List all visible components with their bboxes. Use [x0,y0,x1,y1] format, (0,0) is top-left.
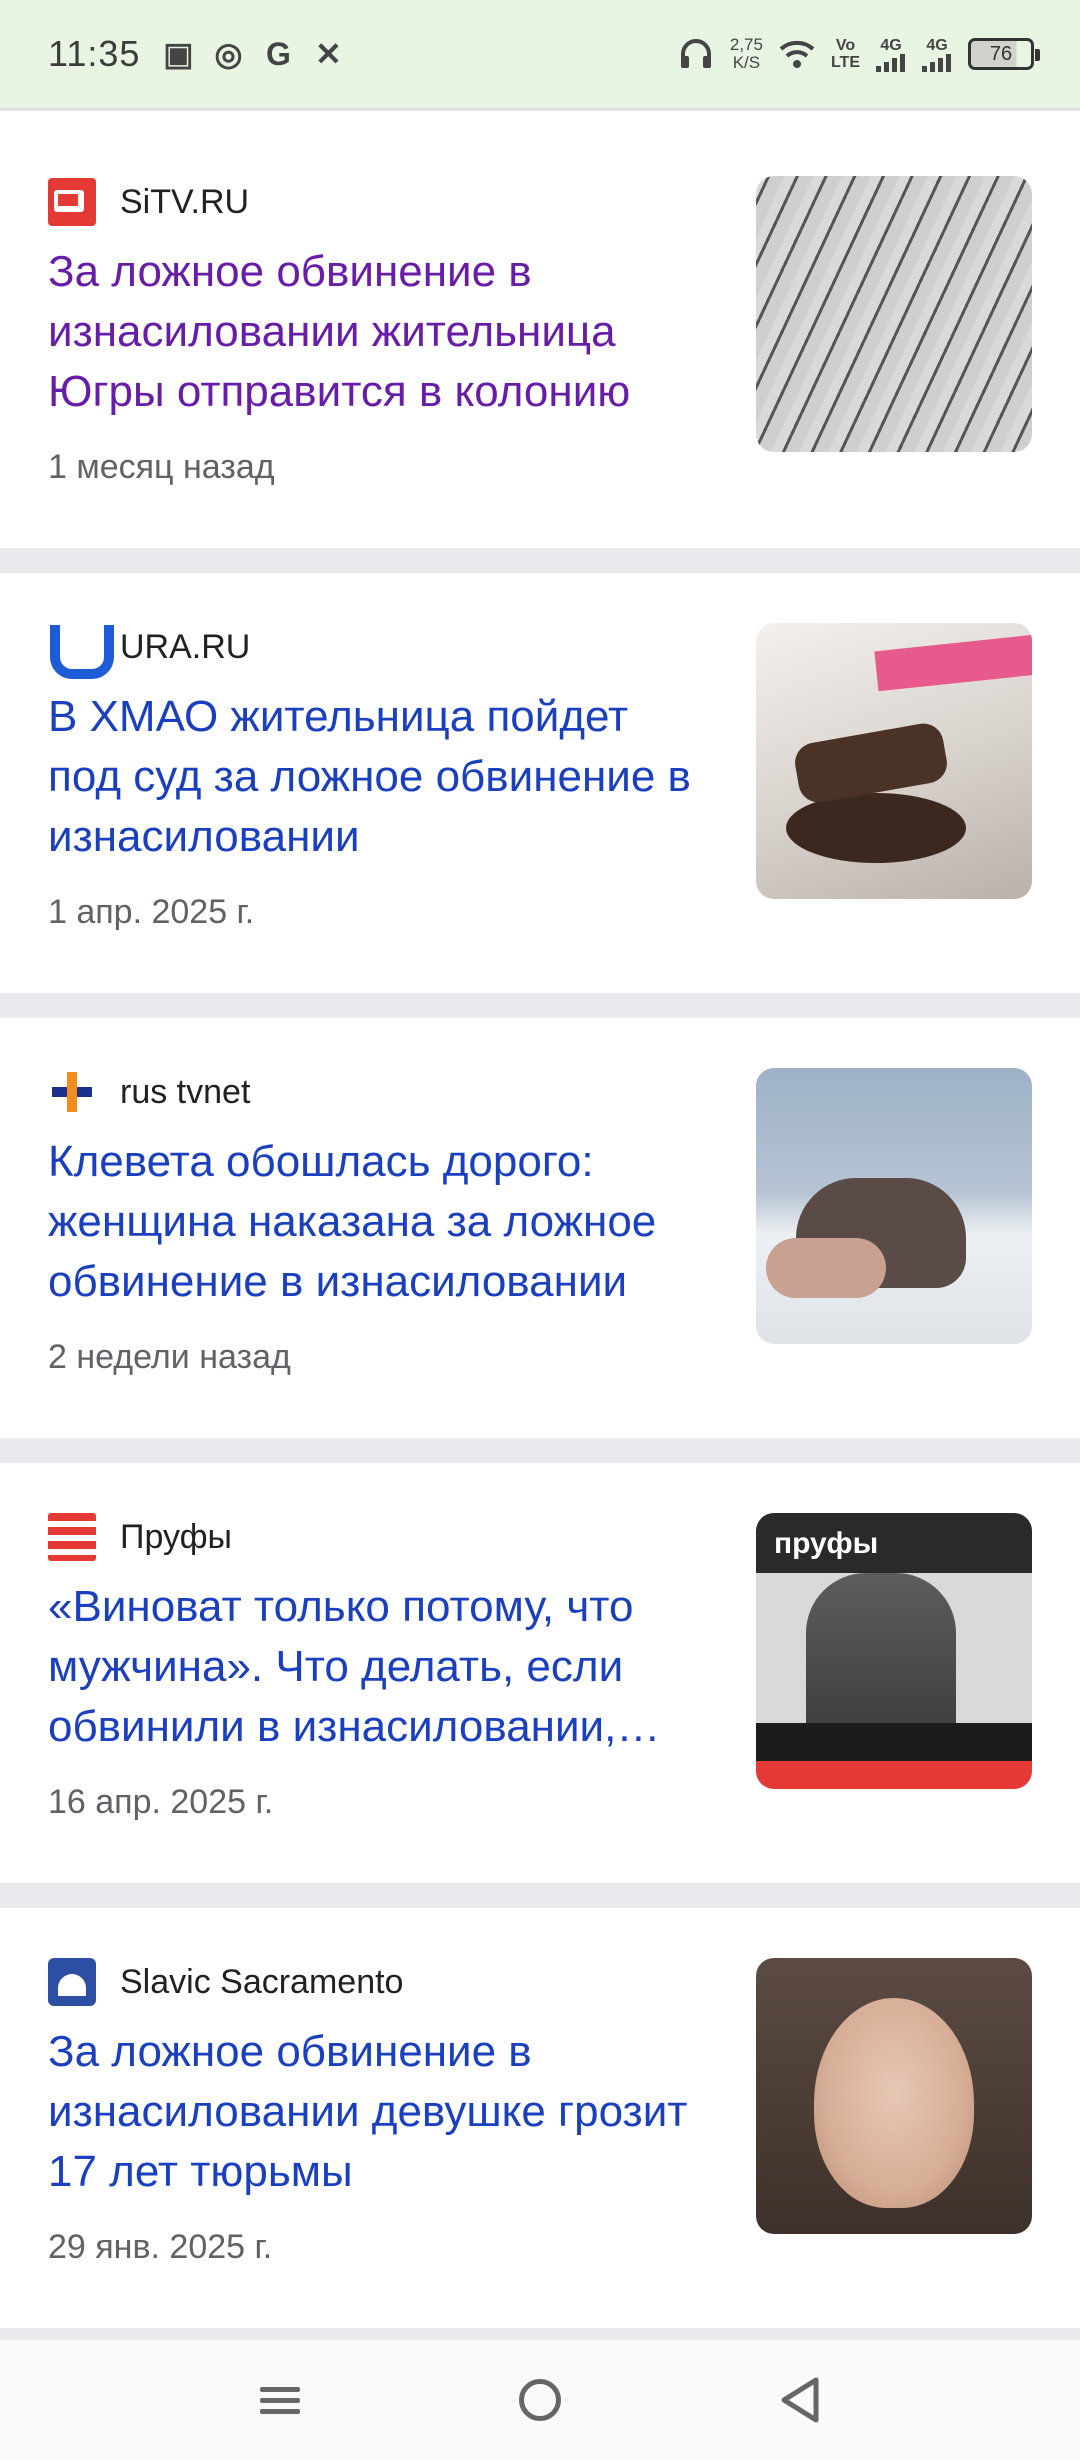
home-button[interactable] [505,2365,575,2435]
back-triangle-icon [781,2377,819,2423]
recent-apps-button[interactable] [245,2365,315,2435]
menu-icon [260,2381,300,2420]
headline-link[interactable]: В ХМАО жительница пойдет под суд за ложн… [48,687,708,867]
source-name: rus tvnet [120,1072,251,1111]
gavel-thumbnail[interactable] [756,623,1032,899]
news-card[interactable]: Пруфы «Виноват только потому, что мужчин… [0,1463,1080,1883]
google-icon: G [265,35,291,72]
clock: 11:35 [48,33,141,74]
network-speed: 2,75 K/S [730,36,763,72]
top-divider [0,108,1080,124]
news-card[interactable]: Slavic Sacramento За ложное обвинение в … [0,1908,1080,2328]
headline-link[interactable]: За ложное обвинение в изнасиловании жите… [48,242,708,422]
publish-time: 1 месяц назад [48,448,275,486]
headline-link[interactable]: Клевета обошлась дорого: женщина наказан… [48,1132,708,1312]
source-name: URA.RU [120,627,251,666]
battery-icon: 76 [968,38,1040,70]
network-speed-value: 2,75 [729,35,763,54]
volte-bottom: LTE [830,54,860,71]
gavel-head-shape [791,720,951,806]
slavic-sacramento-logo-icon [48,1958,96,2006]
signal-1: 4G [876,37,906,72]
caption-bar [756,1723,1032,1763]
status-bar: 11:35 ▣ ◎ G ✕ 2,75 K/S Vo LTE 4G 4G 76 [0,0,1080,108]
news-card[interactable]: rus tvnet Клевета обошлась дорого: женщи… [0,1018,1080,1438]
headline-link[interactable]: «Виноват только потому, что мужчина». Чт… [48,1577,708,1757]
back-button[interactable] [765,2365,835,2435]
folder-shape [874,634,1032,692]
arm-shape [766,1238,886,1298]
sitv-logo-icon [48,178,96,226]
woman-portrait-thumbnail[interactable] [756,1958,1032,2234]
news-card[interactable]: URA.RU В ХМАО жительница пойдет под суд … [0,573,1080,993]
proofy-video-thumbnail[interactable]: пруфы [756,1513,1032,1789]
tvnet-logo-icon [48,1068,96,1116]
red-strip [756,1761,1032,1789]
sleeping-person-thumbnail[interactable] [756,1068,1032,1344]
source-name: SiTV.RU [120,182,250,221]
status-left: 11:35 ▣ ◎ G ✕ [48,33,346,75]
ura-logo-icon [48,623,114,679]
shazam-icon: ◎ [214,36,243,72]
wifi-icon [779,36,815,72]
home-circle-icon [519,2379,561,2421]
proofy-banner: пруфы [756,1513,1032,1573]
barbed-wire-thumbnail[interactable] [756,176,1032,452]
source-name: Пруфы [120,1517,232,1556]
battery-level: 76 [989,42,1013,65]
notification-app-icon: ▣ [163,36,194,72]
proofy-logo-icon [48,1513,96,1561]
system-navigation-bar [0,2340,1080,2460]
volte-indicator: Vo LTE [831,37,860,71]
volte-top: Vo [835,37,856,54]
source-name: Slavic Sacramento [120,1962,404,2001]
signal-bars-icon [922,53,951,72]
headphones-icon [678,36,714,72]
gavel-block-shape [786,793,966,863]
headline-link[interactable]: За ложное обвинение в изнасиловании деву… [48,2022,708,2202]
signal-2: 4G [922,37,952,72]
news-feed[interactable]: SiTV.RU За ложное обвинение в изнасилова… [0,124,1080,2353]
network-speed-unit: K/S [732,53,761,72]
man-face-shape [806,1573,956,1743]
signal-bars-icon [876,53,905,72]
signal-1-net: 4G [880,36,902,54]
news-card[interactable]: SiTV.RU За ложное обвинение в изнасилова… [0,124,1080,548]
status-right: 2,75 K/S Vo LTE 4G 4G 76 [678,36,1040,72]
missed-call-icon: ✕ [315,36,342,72]
face-shape [814,1998,974,2208]
signal-2-net: 4G [926,36,948,54]
